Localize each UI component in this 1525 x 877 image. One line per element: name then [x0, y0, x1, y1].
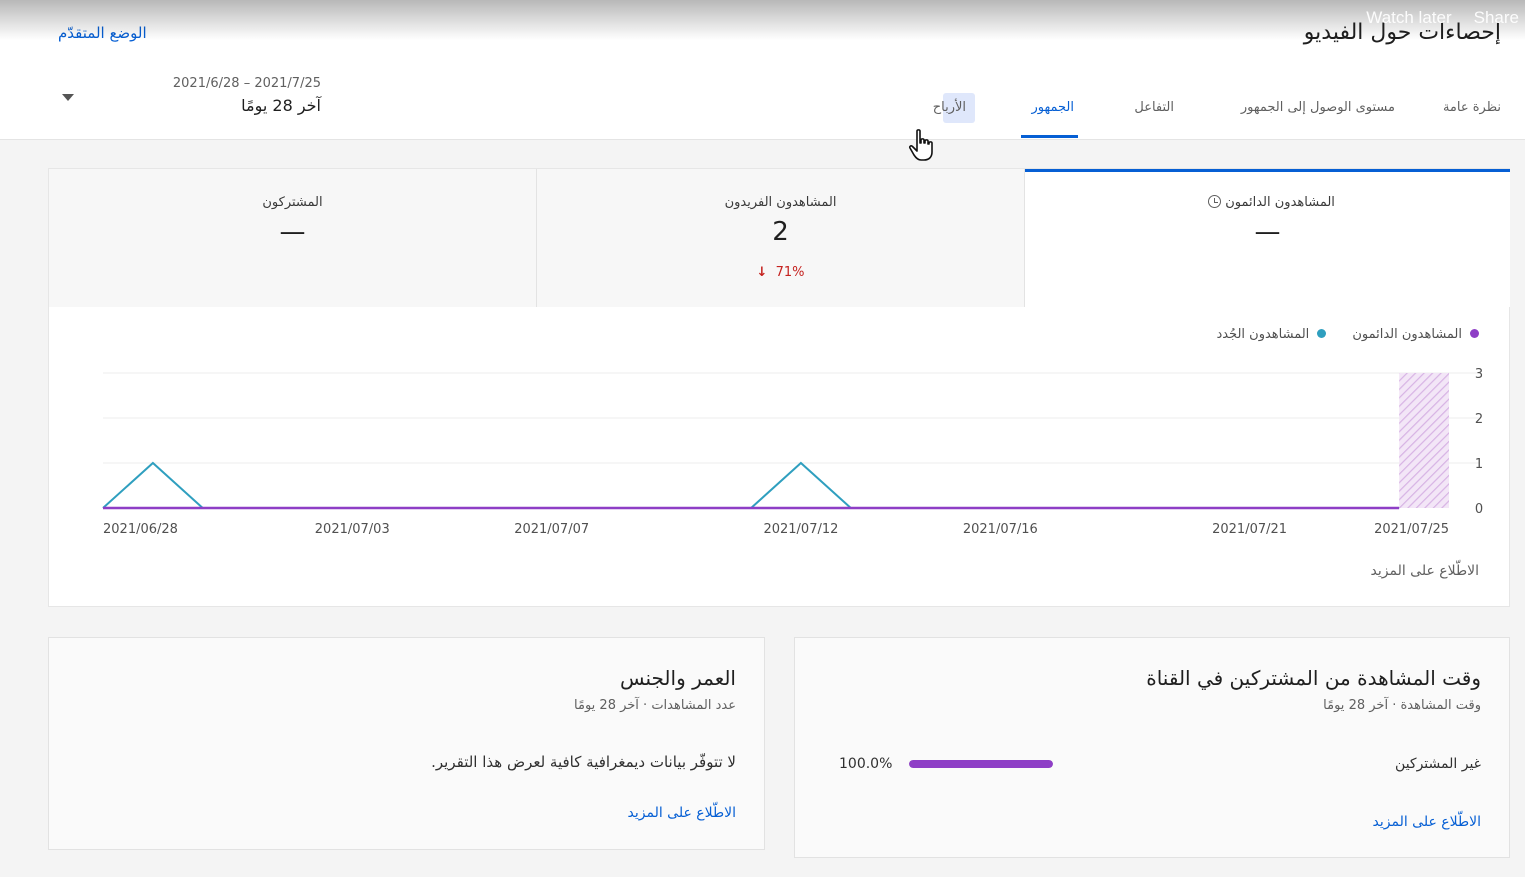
tab-audience[interactable]: الجمهور: [1032, 100, 1074, 115]
date-range-label: آخر 28 يومًا: [241, 96, 321, 115]
x-tick-label: 2021/07/12: [763, 522, 838, 537]
x-tick-label: 2021/07/16: [963, 522, 1038, 537]
row-label: غير المشتركين: [1395, 756, 1481, 772]
tab-engagement[interactable]: التفاعل: [1134, 100, 1174, 115]
x-tick-label: 2021/07/07: [514, 522, 589, 537]
see-more-link[interactable]: الاطّلاع على المزيد: [628, 805, 737, 821]
card-title: وقت المشاهدة من المشتركين في القناة: [1146, 666, 1481, 690]
share-button[interactable]: Share: [1474, 8, 1519, 28]
date-range-selector[interactable]: 2021/7/25 – 2021/6/28 آخر 28 يومًا: [60, 74, 325, 122]
x-tick-label: 2021/06/28: [103, 522, 178, 537]
top-bar: إحصاءات حول الفيديو الوضع المتقدّم 2021/…: [0, 0, 1525, 140]
pending-period-band: [1399, 373, 1449, 508]
active-tab-indicator: [1021, 135, 1078, 138]
card-subtitle: وقت المشاهدة · آخر 28 يومًا: [1323, 698, 1481, 713]
card-title: العمر والجنس: [619, 666, 736, 690]
caret-down-icon[interactable]: [62, 94, 74, 101]
audience-chart-card: المشتركون — المشاهدون الفريدون 2 71% ↓ ا…: [48, 168, 1510, 607]
x-tick-label: 2021/07/03: [315, 522, 390, 537]
advanced-mode-link[interactable]: الوضع المتقدّم: [58, 24, 147, 42]
age-gender-card: العمر والجنس عدد المشاهدات · آخر 28 يومً…: [48, 637, 765, 850]
series-line-new: [102, 461, 1400, 509]
progress-track: [909, 760, 1053, 768]
y-tick-label: 0: [1475, 502, 1483, 517]
no-data-message: لا تتوفّر بيانات ديمغرافية كافية لعرض هذ…: [431, 753, 736, 771]
x-tick-label: 2021/07/25: [1374, 522, 1449, 537]
hand-cursor-icon: [908, 129, 933, 161]
watch-later-button[interactable]: Watch later: [1366, 8, 1451, 28]
player-controls: Watch later Share: [1366, 8, 1519, 28]
see-more-link[interactable]: الاطّلاع على المزيد: [1371, 563, 1480, 579]
x-tick-label: 2021/07/21: [1212, 522, 1287, 537]
see-more-link[interactable]: الاطّلاع على المزيد: [1373, 814, 1482, 830]
y-tick-label: 1: [1475, 457, 1483, 472]
tab-overview[interactable]: نظرة عامة: [1443, 100, 1501, 115]
tab-revenue[interactable]: الأرباح: [933, 100, 966, 115]
y-tick-label: 3: [1475, 367, 1483, 382]
audience-line-chart: 0 1 2 3 2021/06/28 2021/07/03 2021/07/07 2021/…: [102, 367, 1483, 537]
subscriber-watch-time-card: وقت المشاهدة من المشتركين في القناة وقت …: [794, 637, 1510, 858]
subscriber-row: غير المشتركين 100.0%: [795, 750, 1509, 780]
y-tick-label: 2: [1475, 412, 1483, 427]
tab-reach[interactable]: مستوى الوصول إلى الجمهور: [1241, 100, 1395, 115]
progress-fill: [909, 760, 1053, 768]
row-value: 100.0%: [839, 756, 893, 772]
card-subtitle: عدد المشاهدات · آخر 28 يومًا: [574, 698, 736, 713]
date-range-text: 2021/7/25 – 2021/6/28: [172, 76, 321, 91]
